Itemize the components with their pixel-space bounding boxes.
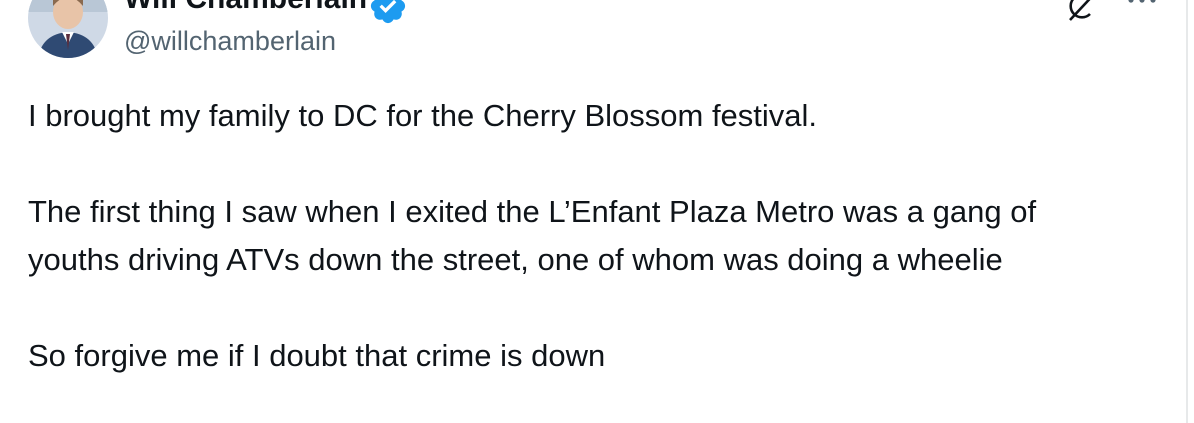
tweet-line: The first thing I saw when I exited the … (28, 194, 1037, 229)
tweet-text: I brought my family to DC for the Cherry… (28, 92, 1168, 380)
card-right-border (1186, 0, 1188, 423)
author-name[interactable]: Will Chamberlain (124, 0, 367, 17)
verified-badge-icon (370, 0, 406, 24)
tweet-line: youths driving ATVs down the street, one… (28, 242, 1003, 277)
tweet-line: I brought my family to DC for the Cherry… (28, 98, 818, 133)
avatar-photo (28, 0, 108, 58)
more-icon[interactable] (1124, 0, 1160, 12)
avatar[interactable] (28, 0, 108, 58)
author-handle[interactable]: @willchamberlain (124, 24, 336, 58)
grok-icon[interactable] (1064, 0, 1104, 22)
tweet-line: So forgive me if I doubt that crime is d… (28, 338, 606, 373)
